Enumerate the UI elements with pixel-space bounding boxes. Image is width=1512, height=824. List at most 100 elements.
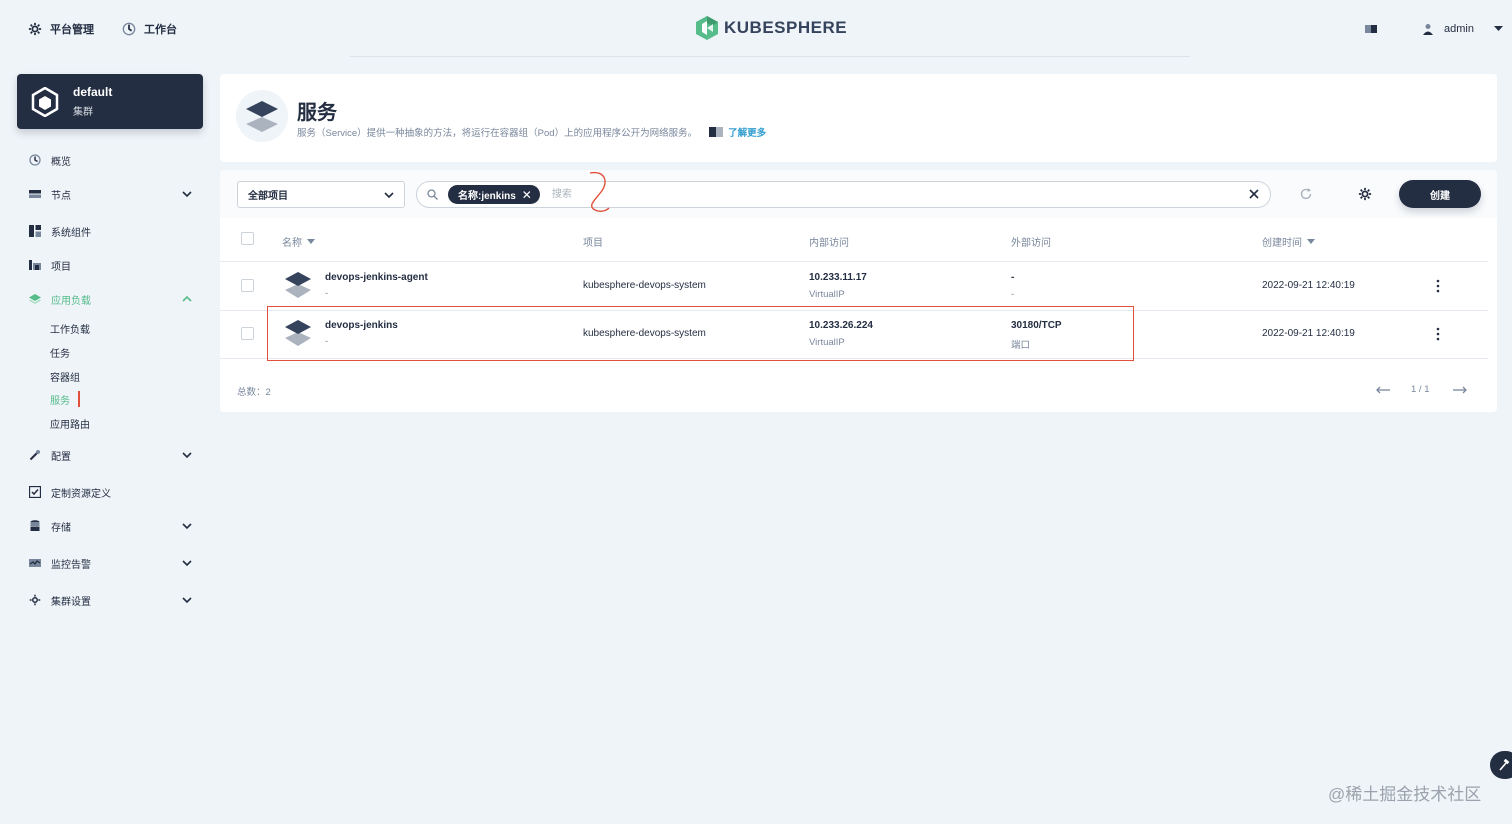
caret-down-icon [307,239,315,244]
project-select[interactable]: 全部项目 [237,181,405,208]
crd-icon [29,486,41,498]
caret-down-icon [1307,239,1315,244]
workbench-link[interactable]: 工作台 [122,20,177,38]
chevron-up-icon [182,295,192,302]
logo-text: KUBESPHERE [724,18,848,37]
filter-tag-label: 名称:jenkins [458,191,516,202]
sidebar-subitem-ingress[interactable]: 应用路由 [50,415,90,431]
row-checkbox[interactable] [241,327,254,340]
chevron-down-icon [182,560,192,567]
sidebar-item-monitoring[interactable]: 监控告警 [29,553,193,573]
filter-tag[interactable]: 名称:jenkins ✕ [448,185,540,204]
sidebar-item-label: 监控告警 [51,559,91,571]
sidebar-item-settings[interactable]: 集群设置 [29,590,193,610]
learn-more-link[interactable]: 了解更多 [709,125,766,139]
internal-ip: 10.233.11.17 [809,272,867,283]
platform-management-label: 平台管理 [50,24,94,36]
table-row[interactable]: devops-jenkins - kubesphere-devops-syste… [220,310,1488,358]
sidebar-subitem-pods[interactable]: 容器组 [50,368,80,384]
hammer-icon [1499,759,1510,771]
refresh-icon[interactable] [1299,187,1313,201]
chevron-down-icon [182,191,192,198]
dashboard-icon [122,22,136,36]
arrow-right-icon[interactable] [1453,386,1468,394]
sidebar-subitem-workloads[interactable]: 工作负载 [50,320,90,336]
server-icon [29,190,41,198]
more-actions-icon[interactable] [1435,327,1441,341]
select-all-checkbox[interactable] [241,232,254,245]
learn-more-label: 了解更多 [728,128,767,139]
project-name: kubesphere-devops-system [583,328,706,339]
caret-down-icon [1493,26,1503,31]
sidebar-item-label: 定制资源定义 [51,488,111,500]
cluster-name: default [73,85,113,99]
sidebar-item-label: 配置 [51,451,71,463]
column-header-internal: 内部访问 [809,238,849,249]
sidebar-item-projects[interactable]: 项目 [29,255,193,275]
service-name-link[interactable]: devops-jenkins [325,320,398,331]
sidebar-item-label: 应用负载 [51,295,91,307]
cluster-type: 集群 [73,107,93,118]
sidebar-item-storage[interactable]: 存储 [29,516,193,536]
column-header-name[interactable]: 名称 [282,234,315,249]
internal-ip: 10.233.26.224 [809,320,873,331]
annotation-mark [78,391,80,407]
external-access: 30180/TCP [1011,320,1062,331]
sidebar-item-overview[interactable]: 概览 [29,150,193,170]
page-indicator: 1 / 1 [1411,384,1430,395]
sidebar-subitem-jobs[interactable]: 任务 [50,344,70,360]
close-icon[interactable]: ✕ [522,189,532,201]
service-name-link[interactable]: devops-jenkins-agent [325,272,428,283]
sidebar-item-crd[interactable]: 定制资源定义 [29,482,193,502]
page-description: 服务（Service）提供一种抽象的方法，将运行在容器组（Pod）上的应用程序公… [297,125,766,139]
platform-management-link[interactable]: 平台管理 [28,20,94,38]
book-icon [709,127,724,137]
column-header-created[interactable]: 创建时间 [1262,234,1315,249]
sidebar-subitem-services[interactable]: 服务 [50,391,80,407]
external-access-type: 端口 [1011,340,1031,351]
watermark: @稀土掘金技术社区 [1328,785,1482,804]
chevron-down-icon [182,523,192,530]
project-name: kubesphere-devops-system [583,280,706,291]
gear-icon[interactable] [1358,187,1372,201]
sidebar-item-label: 概览 [51,156,71,168]
search-bar[interactable]: 名称:jenkins ✕ [416,171,1271,212]
description-text: 服务（Service）提供一种抽象的方法，将运行在容器组（Pod）上的应用程序公… [297,128,698,139]
more-actions-icon[interactable] [1435,279,1441,293]
row-checkbox[interactable] [241,279,254,292]
dashboard-icon [29,154,41,166]
wrench-icon [29,450,40,461]
clear-search-icon[interactable] [1248,188,1260,200]
service-description: - [325,288,329,299]
user-menu[interactable]: admin [1422,20,1503,38]
toolbox-button[interactable] [1490,751,1512,779]
kubesphere-logo[interactable]: KUBESPHERE [696,16,847,40]
create-button[interactable]: 创建 [1399,180,1481,208]
row-divider [220,358,1488,359]
internal-type: VirtualIP [809,289,845,300]
sidebar-item-nodes[interactable]: 节点 [29,184,193,204]
top-bar: 平台管理 工作台 KUBESPHERE admin [0,0,1512,58]
sidebar-item-label: 集群设置 [51,596,91,608]
sidebar-item-label: 项目 [51,261,71,273]
column-header-external: 外部访问 [1011,238,1051,249]
user-name: admin [1444,23,1474,35]
created-time: 2022-09-21 12:40:19 [1262,280,1355,291]
components-icon [29,225,41,237]
service-icon [236,90,288,142]
arrow-left-icon[interactable] [1375,386,1390,394]
notification-icon[interactable] [1364,22,1378,36]
table-row[interactable]: devops-jenkins-agent - kubesphere-devops… [220,262,1488,310]
sidebar-item-config[interactable]: 配置 [29,445,193,465]
chevron-down-icon [384,192,394,199]
gear-icon [29,594,41,606]
annotation-squiggle [589,171,610,212]
sidebar-item-components[interactable]: 系统组件 [29,221,193,241]
service-description: - [325,336,329,347]
sidebar-item-workloads[interactable]: 应用负载 [29,289,193,309]
service-icon [285,272,311,298]
cluster-icon [31,86,59,117]
topbar-divider [350,56,1190,57]
cluster-selector[interactable]: default 集群 [17,74,203,129]
project-icon [29,260,41,270]
